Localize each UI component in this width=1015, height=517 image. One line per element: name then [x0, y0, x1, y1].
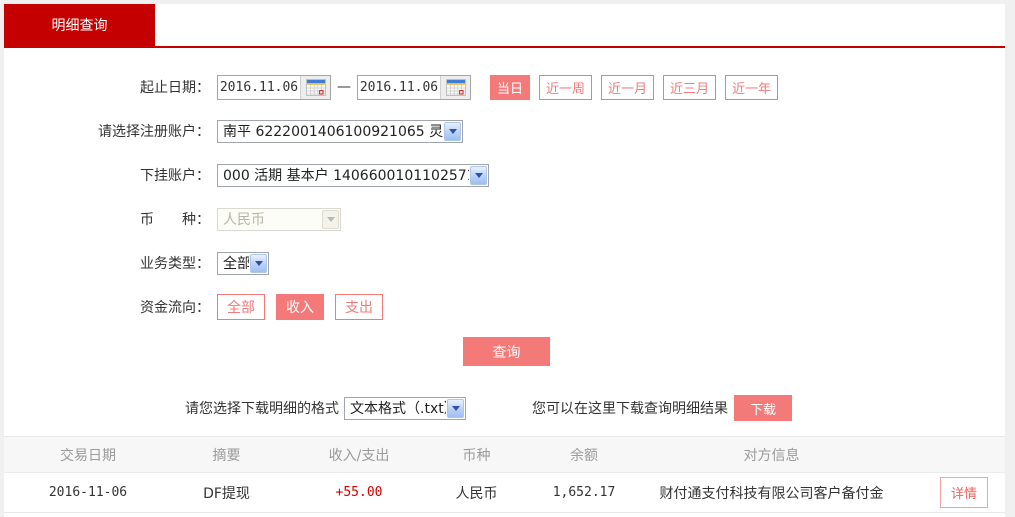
end-date-calendar-button[interactable]: [440, 75, 470, 99]
chevron-down-icon: [470, 165, 487, 185]
end-date-input[interactable]: [357, 74, 471, 100]
chevron-down-icon: [447, 398, 464, 418]
download-button[interactable]: 下载: [734, 395, 792, 421]
header-balance: 余额: [570, 447, 598, 464]
sub-account-select[interactable]: 000 活期 基本户 1406600101102571848: [217, 163, 489, 187]
chevron-down-icon: [250, 253, 267, 273]
register-account-label: 请选择注册账户：: [98, 124, 210, 140]
query-button[interactable]: 查询: [463, 337, 550, 366]
currency-label: 币 种：: [140, 212, 210, 228]
table-row: 2016-11-06 DF提现 +55.00 人民币 1,652.17 财付通支…: [4, 473, 1005, 513]
start-date-calendar-button[interactable]: [300, 75, 330, 99]
cell-balance: 1,652.17: [552, 485, 616, 500]
quick-today-button[interactable]: 当日: [490, 74, 531, 100]
quick-quarter-button[interactable]: 近三月: [663, 74, 717, 100]
header-income-expense: 收入/支出: [328, 447, 390, 464]
business-type-value: 全部: [223, 256, 249, 272]
currency-value: 人民币: [223, 212, 265, 228]
date-range-label: 起止日期：: [140, 80, 210, 96]
register-account-select[interactable]: 南平 6222001406100921065 灵通卡: [217, 119, 463, 143]
start-date-input[interactable]: [217, 74, 331, 100]
chevron-down-icon: [322, 209, 339, 229]
header-counterparty: 对方信息: [743, 447, 800, 464]
results-table: 交易日期 摘要 收入/支出 币种 余额 对方信息 2016-11-06 DF提现…: [4, 436, 1005, 513]
sub-account-row: 下挂账户： 000 活期 基本户 1406600101102571848: [4, 153, 1005, 197]
sub-account-label: 下挂账户：: [140, 168, 210, 184]
business-type-select[interactable]: 全部: [217, 251, 269, 275]
table-header-row: 交易日期 摘要 收入/支出 币种 余额 对方信息: [4, 437, 1005, 473]
download-format-label: 请您选择下载明细的格式: [185, 401, 339, 417]
download-row: 请您选择下载明细的格式 文本格式（.txt） 您可以在这里下载查询明细结果 下载: [4, 395, 1005, 421]
start-date-field[interactable]: [218, 75, 300, 99]
calendar-icon: [445, 78, 466, 96]
fund-flow-label: 资金流向：: [140, 300, 210, 316]
sub-account-value: 000 活期 基本户 1406600101102571848: [223, 168, 469, 184]
header-summary: 摘要: [212, 447, 241, 464]
download-format-value: 文本格式（.txt）: [350, 401, 446, 417]
date-separator: —: [337, 79, 351, 95]
quick-month-button[interactable]: 近一月: [601, 74, 655, 100]
detail-button[interactable]: 详情: [939, 477, 988, 508]
end-date-field[interactable]: [358, 75, 440, 99]
tab-bar: 明细查询: [4, 4, 1005, 46]
content-panel: 明细查询 起止日期： —: [4, 4, 1005, 517]
fund-flow-income-button[interactable]: 收入: [276, 294, 324, 320]
cell-summary: DF提现: [203, 485, 250, 502]
quick-year-button[interactable]: 近一年: [725, 74, 779, 100]
calendar-icon: [305, 78, 326, 96]
register-account-row: 请选择注册账户： 南平 6222001406100921065 灵通卡: [4, 109, 1005, 153]
business-type-row: 业务类型： 全部: [4, 241, 1005, 285]
fund-flow-all-button[interactable]: 全部: [217, 294, 265, 320]
cell-counterparty: 财付通支付科技有限公司客户备付金: [659, 485, 884, 502]
header-trade-date: 交易日期: [60, 447, 116, 464]
query-form: 起止日期： —: [4, 48, 1005, 329]
cell-currency: 人民币: [455, 485, 498, 502]
business-type-label: 业务类型：: [140, 256, 210, 272]
cell-amount: +55.00: [335, 485, 383, 500]
fund-flow-row: 资金流向： 全部 收入 支出: [4, 285, 1005, 329]
register-account-value: 南平 6222001406100921065 灵通卡: [223, 124, 443, 140]
currency-row: 币 种： 人民币: [4, 197, 1005, 241]
header-currency: 币种: [462, 447, 491, 464]
tab-detail-query[interactable]: 明细查询: [4, 4, 155, 46]
quick-week-button[interactable]: 近一周: [539, 74, 593, 100]
cell-trade-date: 2016-11-06: [48, 485, 128, 500]
query-row: 查询: [4, 337, 1005, 366]
download-format-select[interactable]: 文本格式（.txt）: [344, 396, 466, 420]
currency-select: 人民币: [217, 207, 341, 231]
download-hint: 您可以在这里下载查询明细结果: [532, 401, 728, 417]
chevron-down-icon: [444, 121, 461, 141]
date-range-row: 起止日期： —: [4, 65, 1005, 109]
fund-flow-expense-button[interactable]: 支出: [335, 294, 383, 320]
